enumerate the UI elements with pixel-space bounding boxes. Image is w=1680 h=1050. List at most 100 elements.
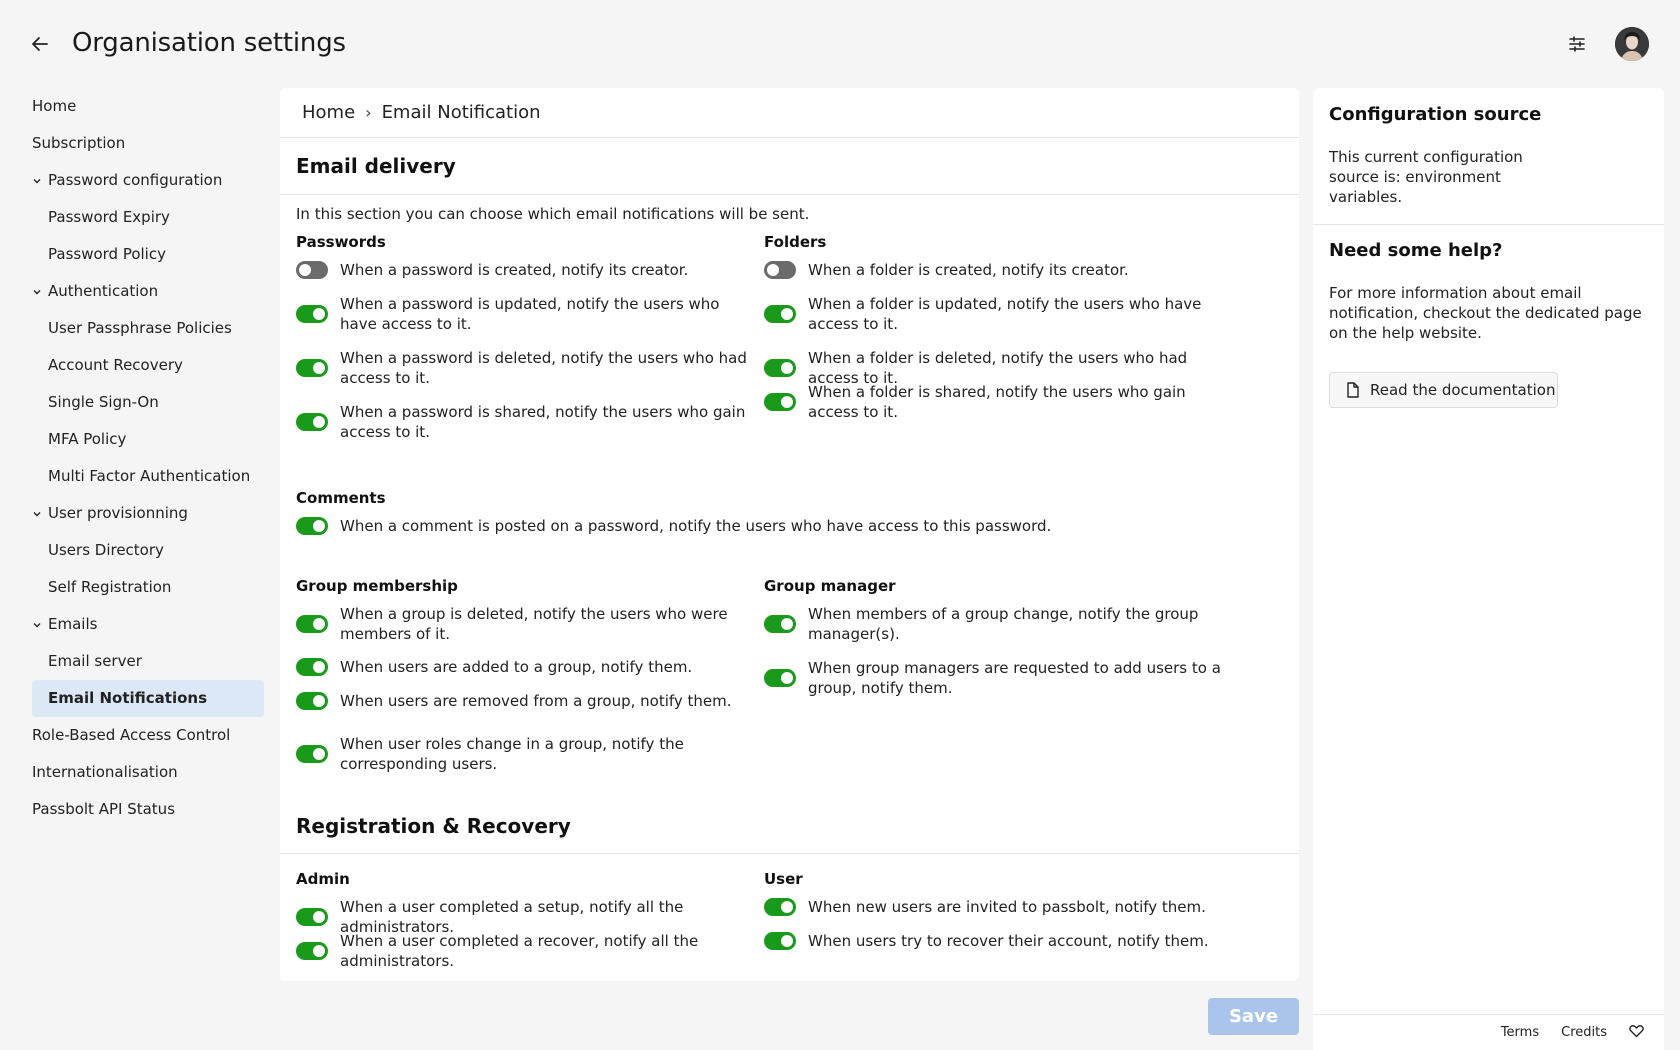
sidebar-item-label: Emails [48,615,98,633]
group-manager-option: When group managers are requested to add… [764,658,1232,698]
sidebar-item-role-based-access-control[interactable]: Role-Based Access Control [32,717,264,754]
help-text: For more information about email notific… [1329,284,1642,342]
chevron-down-icon[interactable] [32,287,42,297]
sidebar-item-authentication[interactable]: Authentication [32,273,264,310]
sidebar-item-label: Self Registration [48,578,172,596]
config-source-title: Configuration source [1329,104,1542,125]
group-manager-heading: Group manager [764,577,896,595]
toggle-switch[interactable] [296,942,328,960]
toggle-label: When a password is updated, notify the u… [340,295,720,333]
sliders-icon[interactable] [1565,32,1589,56]
admin-heading: Admin [296,870,350,888]
sidebar-item-label: Password configuration [48,171,223,189]
sidebar-item-internationalisation[interactable]: Internationalisation [32,754,264,791]
sidebar-item-email-server[interactable]: Email server [32,643,264,680]
sidebar-item-label: Internationalisation [32,763,178,781]
sidebar-item-mfa-policy[interactable]: MFA Policy [32,421,264,458]
toggle-label: When a group is deleted, notify the user… [340,605,728,643]
sidebar-item-label: Password Policy [48,245,166,263]
password-notification-option: When a password is created, notify its c… [296,260,751,280]
sidebar-item-label: Role-Based Access Control [32,726,231,744]
toggle-switch[interactable] [764,615,796,633]
toggle-switch[interactable] [764,359,796,377]
toggle-switch[interactable] [764,305,796,323]
toggle-label: When a password is deleted, notify the u… [340,349,747,387]
toggle-switch[interactable] [296,517,328,535]
sidebar-item-emails[interactable]: Emails [32,606,264,643]
read-documentation-button[interactable]: Read the documentation [1329,372,1558,408]
sidebar-item-password-expiry[interactable]: Password Expiry [32,199,264,236]
sidebar-item-user-provisionning[interactable]: User provisionning [32,495,264,532]
group-membership-heading: Group membership [296,577,458,595]
toggle-switch[interactable] [764,393,796,411]
sidebar-item-users-directory[interactable]: Users Directory [32,532,264,569]
sidebar-item-single-sign-on[interactable]: Single Sign-On [32,384,264,421]
sidebar-item-multi-factor-authentication[interactable]: Multi Factor Authentication [32,458,264,495]
toggle-label: When a comment is posted on a password, … [340,517,1052,535]
toggle-label: When a user completed a recover, notify … [340,932,699,970]
toggle-label: When users try to recover their account,… [808,932,1209,950]
sidebar-item-user-passphrase-policies[interactable]: User Passphrase Policies [32,310,264,347]
chevron-down-icon[interactable] [32,620,42,630]
toggle-switch[interactable] [296,305,328,323]
toggle-switch[interactable] [764,898,796,916]
page-title: Organisation settings [72,28,346,58]
toggle-switch[interactable] [764,932,796,950]
chevron-down-icon[interactable] [32,509,42,519]
group-membership-option: When users are added to a group, notify … [296,657,751,677]
toggle-switch[interactable] [296,359,328,377]
sidebar-item-label: Subscription [32,134,126,152]
document-icon [1347,382,1359,398]
user-notification-option: When users try to recover their account,… [764,931,1232,951]
sidebar-item-label: Users Directory [48,541,164,559]
sidebar-item-label: User provisionning [48,504,188,522]
toggle-switch[interactable] [296,908,328,926]
password-notification-option: When a password is updated, notify the u… [296,294,751,334]
folder-notification-option: When a folder is shared, notify the user… [764,382,1232,422]
toggle-switch[interactable] [296,692,328,710]
footer: Terms Credits [1313,1014,1664,1050]
sidebar-item-label: MFA Policy [48,430,127,448]
group-membership-option: When a group is deleted, notify the user… [296,604,751,644]
toggle-label: When group managers are requested to add… [808,659,1221,697]
registration-recovery-title: Registration & Recovery [296,813,571,838]
sidebar-item-password-configuration[interactable]: Password configuration [32,162,264,199]
toggle-switch[interactable] [764,669,796,687]
sidebar-item-subscription[interactable]: Subscription [32,125,264,162]
sidebar-item-label: Account Recovery [48,356,183,374]
toggle-switch[interactable] [296,413,328,431]
toggle-label: When users are removed from a group, not… [340,692,732,710]
toggle-switch[interactable] [296,615,328,633]
breadcrumb-home[interactable]: Home [302,102,355,123]
toggle-label: When a folder is updated, notify the use… [808,295,1202,333]
group-manager-option: When members of a group change, notify t… [764,604,1232,644]
group-membership-option: When user roles change in a group, notif… [296,734,751,774]
sidebar-item-self-registration[interactable]: Self Registration [32,569,264,606]
chevron-down-icon[interactable] [32,176,42,186]
sidebar-item-email-notifications[interactable]: Email Notifications [32,680,264,717]
heart-icon[interactable] [1629,1024,1644,1042]
help-panel: Configuration source This current config… [1313,88,1664,1050]
save-button[interactable]: Save [1208,998,1299,1035]
user-heading: User [764,870,803,888]
sidebar-item-account-recovery[interactable]: Account Recovery [32,347,264,384]
sidebar-item-label: Password Expiry [48,208,170,226]
terms-link[interactable]: Terms [1501,1025,1539,1040]
sidebar-item-password-policy[interactable]: Password Policy [32,236,264,273]
read-documentation-label: Read the documentation [1370,381,1556,399]
notification-grid: Passwords Folders When a password is creat… [280,233,1299,981]
toggle-switch[interactable] [296,745,328,763]
toggle-switch[interactable] [296,658,328,676]
sidebar-item-home[interactable]: Home [32,88,264,125]
credits-link[interactable]: Credits [1561,1025,1607,1040]
arrow-left-icon[interactable] [28,32,52,56]
toggle-switch[interactable] [764,261,796,279]
divider [1313,224,1664,225]
sidebar-item-passbolt-api-status[interactable]: Passbolt API Status [32,791,264,828]
breadcrumb-separator: › [365,103,372,122]
sidebar-item-label: User Passphrase Policies [48,319,232,337]
toggle-label: When members of a group change, notify t… [808,605,1199,643]
toggle-switch[interactable] [296,261,328,279]
sidebar-item-label: Passbolt API Status [32,800,176,818]
avatar[interactable] [1615,27,1649,61]
